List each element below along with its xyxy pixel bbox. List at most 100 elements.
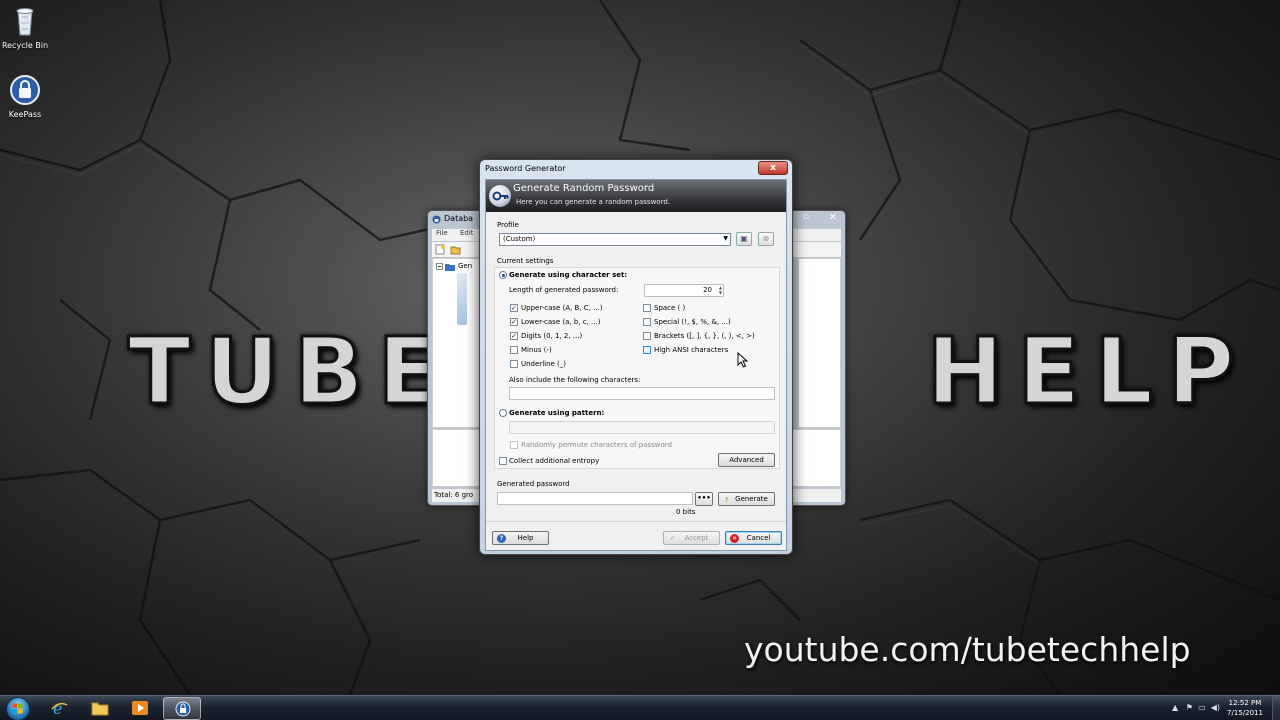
recycle-bin-icon	[16, 8, 34, 36]
clock[interactable]: 12:52 PM 7/15/2011	[1222, 698, 1268, 718]
menu-edit[interactable]: Edit	[460, 229, 474, 237]
generated-password-field[interactable]	[497, 492, 693, 505]
key-icon	[489, 185, 511, 207]
menu-file[interactable]: File	[436, 229, 448, 237]
save-disk-icon: ▣	[740, 234, 748, 243]
help-button[interactable]: ? Help	[492, 531, 549, 545]
cancel-icon: ✕	[730, 534, 739, 543]
svg-text:e: e	[53, 700, 62, 716]
save-profile-button[interactable]: ▣	[736, 232, 752, 246]
permute-checkbox[interactable]	[510, 441, 518, 449]
cancel-label: Cancel	[746, 534, 771, 542]
lower-label: Lower-case (a, b, c, ...)	[521, 318, 601, 326]
pattern-radio[interactable]	[499, 409, 507, 417]
clock-time: 12:52 PM	[1228, 699, 1262, 707]
taskbar-media-player[interactable]	[121, 697, 159, 720]
new-database-icon[interactable]	[435, 244, 446, 255]
charset-option-label[interactable]: Generate using character set:	[509, 271, 627, 279]
dialog-banner: Generate Random Password Here you can ge…	[486, 180, 786, 212]
keepass-window-icon	[432, 215, 441, 224]
special-label: Special (!, $, %, &, ...)	[654, 318, 731, 326]
keepass-lock-icon	[10, 75, 40, 105]
underline-label: Underline (_)	[521, 360, 567, 368]
main-window-title: Databa	[444, 214, 474, 223]
media-player-icon	[132, 701, 148, 715]
banner-title: Generate Random Password	[513, 183, 655, 194]
generate-button[interactable]: ⚷ Generate	[718, 492, 775, 506]
lower-checkbox[interactable]: ✓	[510, 318, 518, 326]
profile-label: Profile	[497, 221, 519, 229]
length-value: 20	[703, 286, 712, 294]
settings-group	[494, 267, 780, 469]
cancel-button[interactable]: ✕ Cancel	[725, 531, 782, 545]
ie-icon: e	[51, 700, 68, 716]
profile-select[interactable]: (Custom) ▼	[499, 233, 731, 246]
show-hidden-icons-icon[interactable]: ▲	[1172, 703, 1178, 712]
minus-label: Minus (-)	[521, 346, 552, 354]
help-icon: ?	[497, 534, 506, 543]
tree-root-label: Gen	[458, 262, 473, 270]
start-button[interactable]	[6, 697, 30, 720]
taskbar-ie[interactable]: e	[40, 697, 78, 720]
high-ansi-label: High ANSI characters	[654, 346, 729, 354]
accept-button[interactable]: ✔ Accept	[663, 531, 720, 545]
open-folder-icon[interactable]	[450, 244, 461, 255]
footer-divider	[486, 521, 786, 522]
banner-right-text: HELP	[925, 317, 1249, 427]
delete-profile-button[interactable]: ⊗	[758, 232, 774, 246]
taskbar-keepass[interactable]	[163, 697, 201, 720]
show-password-button[interactable]: •••	[695, 492, 713, 506]
dialog-close-button[interactable]: x	[758, 161, 788, 175]
digits-label: Digits (0, 1, 2, ...)	[521, 332, 583, 340]
volume-icon[interactable]: ◀)	[1211, 703, 1220, 712]
banner-left-text: TUBE	[126, 317, 455, 427]
taskbar-explorer[interactable]	[81, 697, 119, 720]
group-tree[interactable]: Gen	[432, 258, 482, 428]
generate-icon: ⚷	[724, 496, 729, 503]
bits-label: 0 bits	[676, 508, 696, 516]
network-icon[interactable]: ▭	[1198, 703, 1206, 712]
brackets-label: Brackets ([, ], {, }, (, ), <, >)	[654, 332, 755, 340]
digits-checkbox[interactable]: ✓	[510, 332, 518, 340]
help-label: Help	[517, 534, 534, 542]
mouse-cursor-icon	[737, 352, 749, 368]
pattern-option-label[interactable]: Generate using pattern:	[509, 409, 604, 417]
brackets-checkbox[interactable]	[643, 332, 651, 340]
upper-label: Upper-case (A, B, C, ...)	[521, 304, 603, 312]
checkmark-icon: ✔	[669, 535, 676, 542]
length-stepper[interactable]: 20 ▲ ▼	[644, 284, 724, 297]
system-tray: ▲ ⚑ ▭ ◀)	[1172, 703, 1220, 712]
banner-subtitle: Here you can generate a random password.	[516, 198, 670, 206]
keepass-icon	[175, 701, 191, 717]
permute-label: Randomly permute characters of password	[521, 441, 672, 449]
generate-label: Generate	[735, 495, 768, 503]
desktop-icon-keepass[interactable]: KeePass	[0, 74, 55, 119]
spin-updown-icon[interactable]: ▲ ▼	[719, 285, 722, 295]
entropy-checkbox[interactable]	[499, 457, 507, 465]
minus-checkbox[interactable]	[510, 346, 518, 354]
advanced-button[interactable]: Advanced	[718, 453, 775, 467]
also-include-input[interactable]	[509, 387, 775, 400]
desktop-icon-recycle-bin[interactable]: Recycle Bin	[0, 5, 55, 50]
entry-list[interactable]	[798, 258, 841, 428]
upper-checkbox[interactable]: ✓	[510, 304, 518, 312]
recycle-bin-label: Recycle Bin	[1, 41, 49, 50]
maximize-icon[interactable]: ▫	[803, 212, 809, 222]
current-settings-label: Current settings	[497, 257, 554, 265]
delete-icon: ⊗	[762, 234, 770, 243]
space-checkbox[interactable]	[643, 304, 651, 312]
space-label: Space ( )	[654, 304, 686, 312]
underline-checkbox[interactable]	[510, 360, 518, 368]
channel-url: youtube.com/tubetechhelp	[744, 630, 1191, 669]
length-label: Length of generated password:	[509, 286, 619, 294]
action-center-flag-icon[interactable]: ⚑	[1186, 703, 1193, 712]
pattern-input[interactable]	[509, 421, 775, 434]
charset-radio[interactable]	[499, 271, 507, 279]
keepass-label: KeePass	[8, 110, 42, 119]
tree-expand-icon[interactable]	[436, 263, 443, 270]
main-close-icon[interactable]: ✕	[829, 212, 837, 223]
generated-password-label: Generated password	[497, 480, 570, 488]
high-ansi-checkbox[interactable]	[643, 346, 651, 354]
special-checkbox[interactable]	[643, 318, 651, 326]
show-desktop-button[interactable]	[1272, 696, 1280, 720]
